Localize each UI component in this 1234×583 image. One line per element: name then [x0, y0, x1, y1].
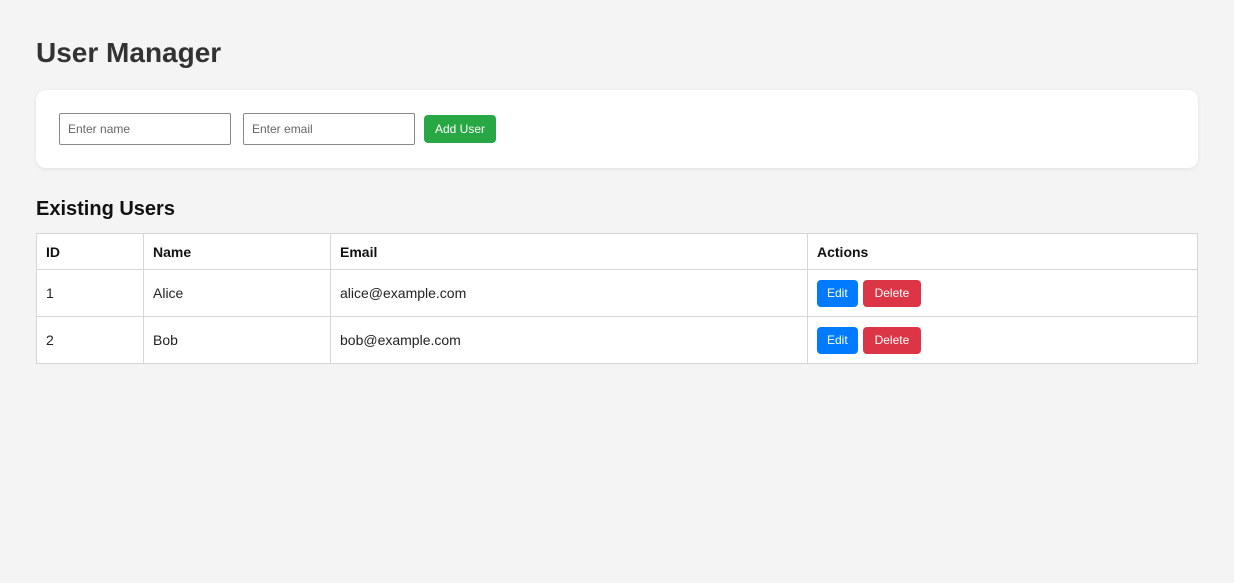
- edit-button[interactable]: Edit: [817, 279, 858, 307]
- cell-name: Alice: [143, 269, 331, 317]
- cell-actions: Edit Delete: [807, 316, 1198, 364]
- column-header-name: Name: [143, 233, 331, 270]
- column-header-email: Email: [330, 233, 808, 270]
- cell-id: 1: [36, 269, 144, 317]
- delete-button[interactable]: Delete: [862, 326, 922, 354]
- email-input[interactable]: [243, 113, 415, 145]
- cell-name: Bob: [143, 316, 331, 364]
- page-title: User Manager: [36, 37, 222, 68]
- add-user-button[interactable]: Add User: [424, 115, 497, 143]
- cell-email: alice@example.com: [330, 269, 808, 317]
- table-row: 1 Alice alice@example.com Edit Delete: [36, 269, 1198, 317]
- column-header-actions: Actions: [807, 233, 1198, 270]
- cell-actions: Edit Delete: [807, 269, 1198, 317]
- cell-email: bob@example.com: [330, 316, 808, 364]
- name-input[interactable]: [59, 113, 231, 145]
- edit-button[interactable]: Edit: [817, 326, 858, 354]
- section-title: Existing Users: [36, 198, 175, 220]
- table-row: 2 Bob bob@example.com Edit Delete: [36, 316, 1198, 364]
- column-header-id: ID: [36, 233, 144, 270]
- table-header-row: ID Name Email Actions: [36, 233, 1198, 270]
- users-table: ID Name Email Actions 1 Alice alice@exam…: [36, 233, 1198, 364]
- delete-button[interactable]: Delete: [862, 279, 922, 307]
- add-user-form: Add User: [36, 90, 1198, 168]
- page: User Manager Add User Existing Users ID …: [0, 0, 1234, 583]
- cell-id: 2: [36, 316, 144, 364]
